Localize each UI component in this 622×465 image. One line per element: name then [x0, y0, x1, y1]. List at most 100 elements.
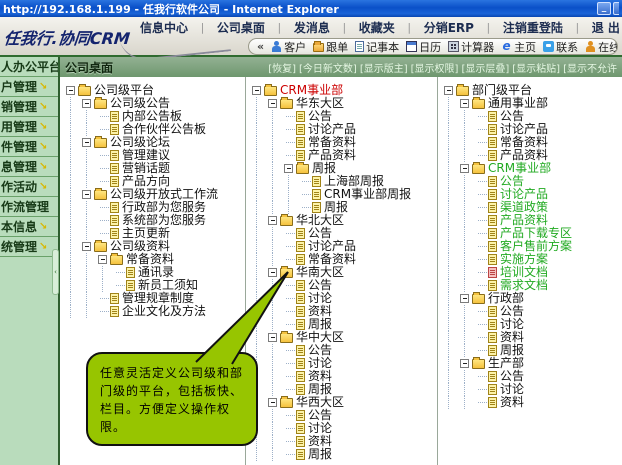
tree-node[interactable]: CRM事业部: [442, 162, 622, 175]
toolbar-button-联系[interactable]: 联系: [543, 39, 578, 55]
header-link[interactable]: [显示粘贴]: [512, 60, 560, 75]
toolbar-label: 客户: [284, 39, 306, 55]
sidebar-item-件管理[interactable]: 件管理↘: [0, 137, 58, 157]
collapse-minus-icon[interactable]: [66, 86, 75, 95]
toolbar-button-日历[interactable]: 日历: [406, 39, 441, 55]
tree-guide-line: [444, 279, 460, 292]
tree-node[interactable]: 生产部: [442, 357, 622, 370]
tree-node[interactable]: 企业文化及方法: [64, 305, 245, 318]
menu-item-2[interactable]: 公司桌面: [217, 19, 265, 36]
sidebar-item-统管理[interactable]: 统管理↘: [0, 237, 58, 257]
collapse-minus-icon[interactable]: [268, 99, 277, 108]
tree-node[interactable]: 华南大区: [250, 266, 437, 279]
minimize-icon[interactable]: _: [597, 2, 611, 15]
tree-node-label[interactable]: 周报: [308, 448, 332, 461]
collapse-minus-icon[interactable]: [268, 333, 277, 342]
tree-node[interactable]: 产品资料: [250, 149, 437, 162]
collapse-minus-icon[interactable]: [268, 268, 277, 277]
menu-item-6[interactable]: 注销重登陆: [503, 19, 563, 36]
collapse-minus-icon[interactable]: [252, 86, 261, 95]
header-link[interactable]: [显示权限]: [411, 60, 459, 75]
menu-item-4[interactable]: 收藏夹: [359, 19, 395, 36]
tree-node[interactable]: 华东大区: [250, 97, 437, 110]
tree-node[interactable]: 行政部: [442, 292, 622, 305]
collapse-minus-icon[interactable]: [284, 164, 293, 173]
sidebar-item-息管理[interactable]: 息管理↘: [0, 157, 58, 177]
tree-node[interactable]: 讨论: [442, 383, 622, 396]
document-icon: [488, 319, 497, 330]
tree-node[interactable]: 资料: [250, 370, 437, 383]
toolbar-button-在线人数：[interactable]: 在线人数：: [585, 39, 618, 55]
collapse-minus-icon[interactable]: [460, 294, 469, 303]
collapse-minus-icon[interactable]: [444, 86, 453, 95]
sidebar-item-本信息[interactable]: 本信息↘: [0, 217, 58, 237]
sidebar-item-用管理[interactable]: 用管理↘: [0, 117, 58, 137]
tree-guide-line: [66, 162, 82, 175]
collapse-minus-icon[interactable]: [98, 255, 107, 264]
tree-stub-line: [476, 201, 488, 214]
sidebar-item-作流管理[interactable]: 作流管理: [0, 197, 58, 217]
tree-node[interactable]: 资料: [442, 396, 622, 409]
sidebar-collapse-handle[interactable]: ‹: [52, 249, 59, 295]
header-link[interactable]: [显示层叠]: [461, 60, 509, 75]
tree-node[interactable]: 讨论: [250, 292, 437, 305]
toolbar-button-跟单[interactable]: 跟单: [313, 39, 348, 55]
toolbar-button-记事本[interactable]: 记事本: [355, 39, 399, 55]
tree-node[interactable]: 资料: [442, 331, 622, 344]
document-icon: [110, 215, 119, 226]
tree-node-label[interactable]: 企业文化及方法: [122, 305, 206, 318]
header-link[interactable]: [恢复]: [268, 60, 296, 75]
tree-node[interactable]: 周报: [250, 448, 437, 461]
sidebar-item-作活动[interactable]: 作活动↘: [0, 177, 58, 197]
tree-node-label[interactable]: 资料: [500, 396, 524, 409]
header-link[interactable]: [今日新文数]: [299, 60, 357, 75]
collapse-minus-icon[interactable]: [268, 216, 277, 225]
tree-node[interactable]: 公告: [442, 305, 622, 318]
restore-icon[interactable]: [613, 2, 619, 15]
tree-node[interactable]: 讨论: [250, 422, 437, 435]
tree-node[interactable]: 资料: [250, 435, 437, 448]
tree-node[interactable]: 公告: [250, 279, 437, 292]
collapse-minus-icon[interactable]: [460, 99, 469, 108]
menu-item-5[interactable]: 分销ERP: [424, 19, 474, 36]
header-link[interactable]: [显示不允许: [563, 60, 617, 75]
tree-guide-line: [460, 370, 476, 383]
tree-node[interactable]: 华北大区: [250, 214, 437, 227]
menu-item-3[interactable]: 发消息: [294, 19, 330, 36]
tree-node[interactable]: 公告: [250, 344, 437, 357]
document-icon: [126, 267, 135, 278]
tree-node[interactable]: 公告: [442, 370, 622, 383]
yellow-arrow-icon: ↘: [39, 181, 47, 192]
header-link[interactable]: [显示版主]: [360, 60, 408, 75]
toolbar-button-计算器[interactable]: 计算器: [448, 39, 494, 55]
collapse-minus-icon[interactable]: [460, 359, 469, 368]
collapse-minus-icon[interactable]: [82, 138, 91, 147]
toolbar-button-主页[interactable]: e主页: [501, 39, 536, 55]
collapse-minus-icon[interactable]: [82, 190, 91, 199]
sidebar-item-label: 作流管理: [1, 198, 49, 215]
collapse-minus-icon[interactable]: [460, 164, 469, 173]
tree-stub-line: [284, 318, 296, 331]
collapse-minus-icon[interactable]: [268, 398, 277, 407]
document-icon: [296, 358, 305, 369]
toolbar-button-客户[interactable]: 客户: [271, 39, 306, 55]
sidebar-item-人办公平台[interactable]: 人办公平台↘: [0, 57, 58, 77]
tree-node[interactable]: 通用事业部: [442, 97, 622, 110]
folder-icon: [280, 99, 293, 109]
collapse-minus-icon[interactable]: [82, 242, 91, 251]
tree-node[interactable]: 讨论: [250, 357, 437, 370]
back-icon[interactable]: «: [257, 40, 264, 53]
tree-node[interactable]: 华西大区: [250, 396, 437, 409]
tree-node[interactable]: 讨论: [442, 318, 622, 331]
document-icon: [296, 124, 305, 135]
menu-item-7[interactable]: 退 出: [592, 19, 620, 36]
sidebar-item-销管理[interactable]: 销管理↘: [0, 97, 58, 117]
sidebar-item-户管理[interactable]: 户管理↘: [0, 77, 58, 97]
tree-node[interactable]: 周报: [442, 344, 622, 357]
tree-node[interactable]: 需求文档: [442, 279, 622, 292]
collapse-minus-icon[interactable]: [82, 99, 91, 108]
menu-item-1[interactable]: 信息中心: [140, 19, 188, 36]
tree-node[interactable]: 华中大区: [250, 331, 437, 344]
tree-node[interactable]: 资料: [250, 305, 437, 318]
tree-node[interactable]: 公告: [250, 409, 437, 422]
